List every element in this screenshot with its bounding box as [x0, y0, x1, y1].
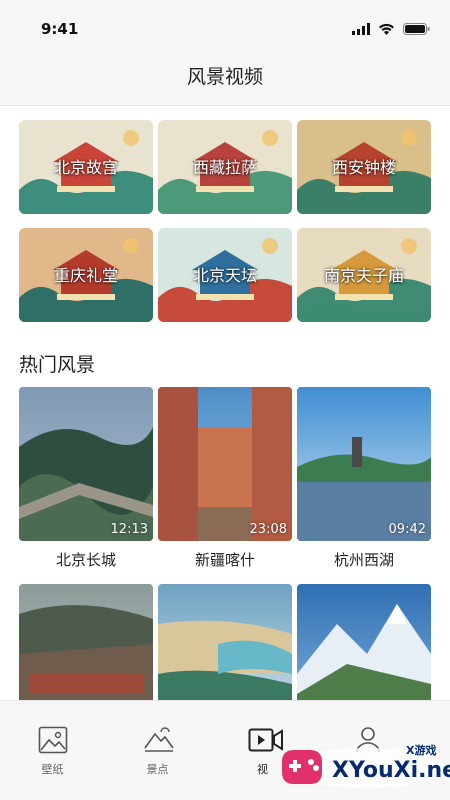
category-card-lasa[interactable]: 西藏拉萨 [158, 120, 292, 214]
wifi-icon [378, 20, 395, 39]
page-title: 风景视频 [186, 66, 263, 88]
category-card-litang[interactable]: 重庆礼堂 [19, 228, 153, 322]
category-card-tiantan[interactable]: 北京天坛 [158, 228, 292, 322]
landscape-icon [143, 726, 175, 758]
category-card-fuzimiao[interactable]: 南京夫子庙 [297, 228, 431, 322]
tab-label: 壁纸 [41, 763, 64, 776]
category-grid: 北京故宫 西藏拉萨 西安钟楼 重庆礼堂 北京天坛 南京夫子庙 [19, 120, 433, 322]
watermark-site: XYouXi.net [332, 758, 450, 783]
site-watermark: X游戏 XYouXi.net [272, 738, 450, 794]
status-bar: 9:41 [0, 0, 450, 50]
signal-icon [352, 20, 370, 39]
video-duration: 23:08 [249, 522, 287, 537]
video-card[interactable]: 23:08 新疆喀什 [158, 387, 292, 577]
video-thumbnail-image [297, 387, 431, 541]
category-label: 西安钟楼 [331, 158, 396, 177]
section-title-hot: 热门风景 [19, 354, 96, 376]
watermark-text: X游戏 [406, 744, 437, 757]
category-label: 西藏拉萨 [192, 158, 257, 177]
status-time: 9:41 [41, 20, 79, 38]
video-thumbnail-image [19, 387, 153, 541]
video-card[interactable]: 09:42 杭州西湖 [297, 387, 431, 577]
video-thumbnail-image [158, 387, 292, 541]
image-icon [38, 726, 68, 758]
video-thumbnail[interactable]: 12:13 [19, 387, 153, 541]
category-label: 北京故宫 [53, 158, 118, 177]
category-card-gugong[interactable]: 北京故宫 [19, 120, 153, 214]
video-card[interactable]: 12:13 北京长城 [19, 387, 153, 577]
tab-scenic[interactable]: 景点 [105, 701, 210, 800]
category-label: 重庆礼堂 [53, 266, 118, 285]
video-duration: 12:13 [110, 522, 148, 537]
category-card-zhonglou[interactable]: 西安钟楼 [297, 120, 431, 214]
video-title: 北京长城 [55, 551, 116, 569]
tab-label: 景点 [146, 763, 169, 776]
video-title: 新疆喀什 [194, 551, 255, 569]
tab-wallpaper[interactable]: 壁纸 [0, 701, 105, 800]
video-thumbnail[interactable]: 09:42 [297, 387, 431, 541]
category-label: 北京天坛 [192, 266, 257, 285]
nav-bar: 风景视频 [0, 50, 450, 106]
category-label: 南京夫子庙 [323, 266, 404, 285]
battery-icon [403, 20, 430, 39]
status-icons [352, 20, 430, 39]
video-thumbnail[interactable]: 23:08 [158, 387, 292, 541]
video-duration: 09:42 [388, 522, 426, 537]
video-title: 杭州西湖 [333, 551, 394, 569]
